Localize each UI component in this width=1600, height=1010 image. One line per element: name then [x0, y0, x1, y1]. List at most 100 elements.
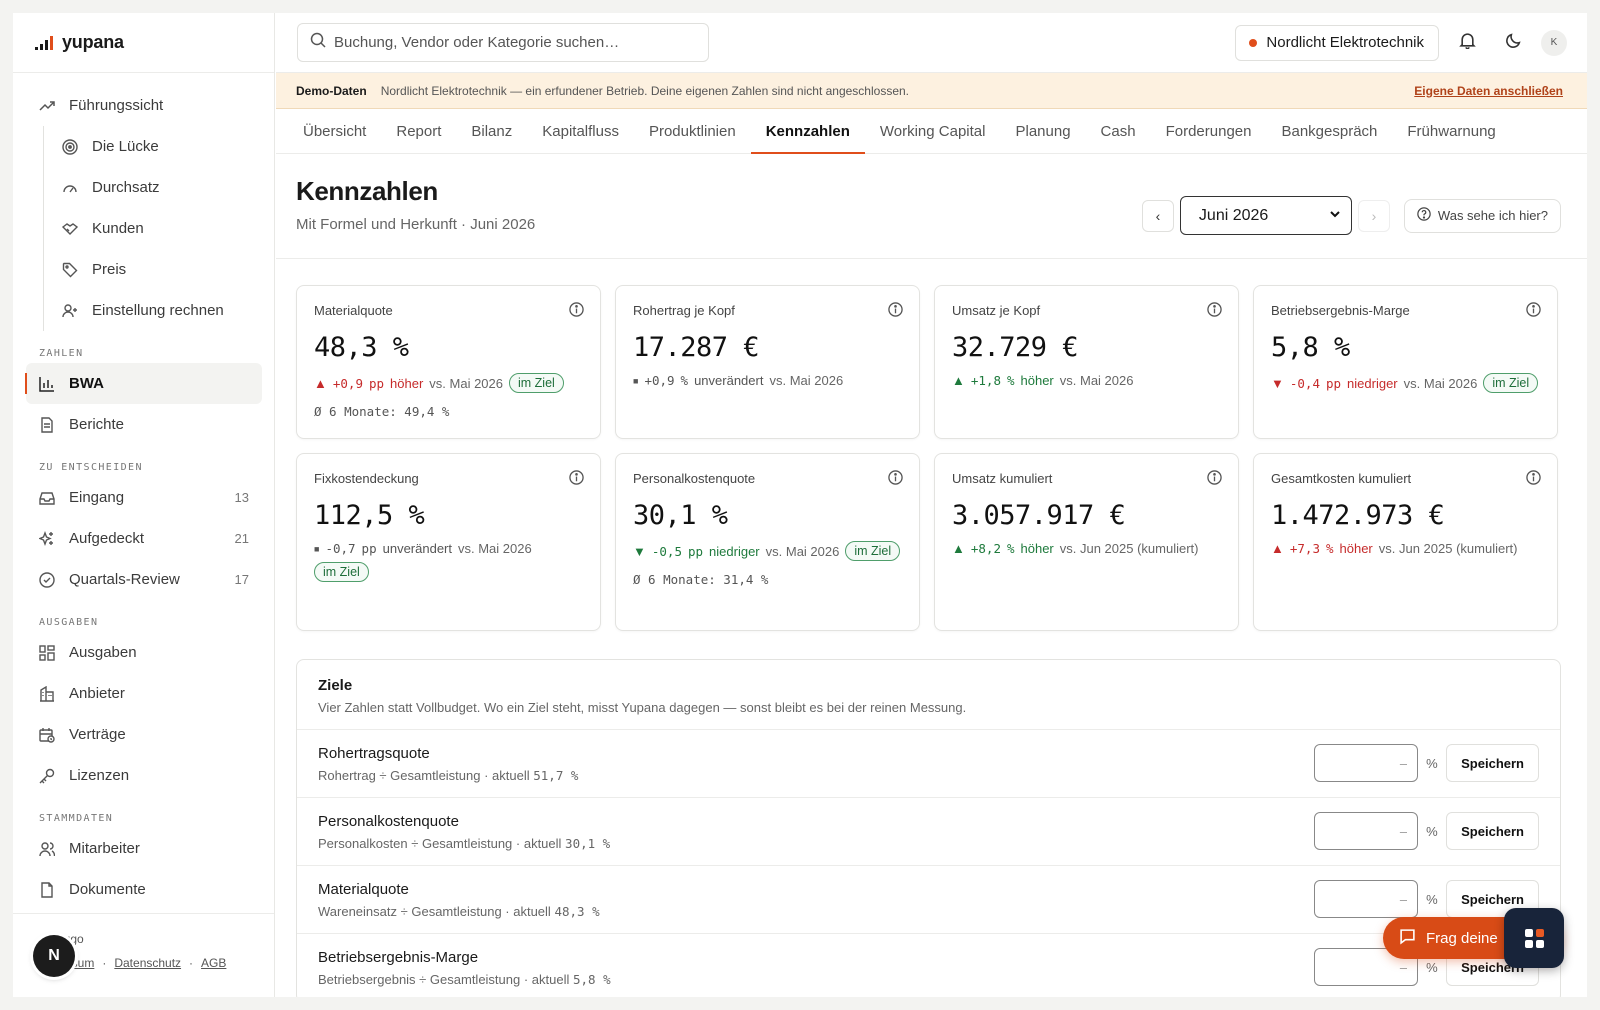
goals-subtitle: Vier Zahlen statt Vollbudget. Wo ein Zie…: [318, 700, 967, 715]
tab-produktlinien[interactable]: Produktlinien: [634, 109, 751, 153]
sidebar-item-bwa[interactable]: BWA: [25, 363, 262, 404]
tab-report[interactable]: Report: [381, 109, 456, 153]
sidebar-item-label: Aufgedeckt: [69, 530, 145, 547]
percent-unit: %: [1426, 755, 1438, 771]
key-icon: [39, 768, 55, 784]
save-goal-button[interactable]: Speichern: [1446, 744, 1539, 782]
sidebar-item-durchsatz[interactable]: Durchsatz: [44, 167, 274, 208]
datenschutz-link[interactable]: Datenschutz: [114, 956, 181, 970]
sidebar-item-die-luecke[interactable]: Die Lücke: [44, 126, 274, 167]
sidebar-item-anbieter[interactable]: Anbieter: [13, 673, 274, 714]
kpi-value: 17.287 €: [633, 332, 760, 363]
kpi-delta: ▼ -0,4 pp niedriger vs. Mai 2026 im Ziel: [1271, 373, 1540, 393]
goals-title: Ziele: [318, 677, 353, 694]
sidebar-item-einstellung-rechnen[interactable]: Einstellung rechnen: [44, 290, 274, 331]
kpi-card: Umsatz kumuliert 3.057.917 € ▲ +8,2 % hö…: [934, 453, 1239, 631]
trend-up-icon: [39, 98, 55, 114]
user-avatar[interactable]: K: [1541, 29, 1567, 56]
chevron-right-icon: ›: [1371, 207, 1377, 224]
info-icon[interactable]: [1526, 302, 1541, 322]
kpi-comparison: vs. Mai 2026: [765, 543, 840, 559]
search-box[interactable]: [297, 23, 709, 62]
theme-toggle-button[interactable]: [1495, 25, 1531, 61]
prev-month-button[interactable]: ‹: [1141, 199, 1174, 232]
notifications-button[interactable]: [1449, 25, 1485, 61]
percent-unit: %: [1426, 823, 1438, 839]
kpi-average: Ø 6 Monate: 31,4 %: [633, 572, 769, 587]
company-switcher[interactable]: Nordlicht Elektrotechnik: [1235, 24, 1439, 61]
ask-assistant-label: Frag deine: [1426, 929, 1498, 947]
kpi-grid: Materialquote 48,3 % ▲ +0,9 pp höher vs.…: [296, 285, 1561, 631]
tab-forderungen[interactable]: Forderungen: [1151, 109, 1267, 153]
kpi-average: Ø 6 Monate: 49,4 %: [314, 404, 450, 419]
content: Materialquote 48,3 % ▲ +0,9 pp höher vs.…: [276, 259, 1587, 997]
workspace-avatar[interactable]: N: [33, 935, 75, 977]
goal-target-input[interactable]: [1314, 880, 1419, 918]
next-month-button[interactable]: ›: [1357, 199, 1390, 232]
tab-bar: Übersicht Report Bilanz Kapitalfluss Pro…: [276, 109, 1587, 154]
kpi-delta-direction: unverändert: [694, 373, 764, 388]
sidebar-item-quartals-review[interactable]: Quartals-Review 17: [13, 559, 274, 600]
sidebar-item-preis[interactable]: Preis: [44, 249, 274, 290]
info-icon[interactable]: [569, 470, 584, 490]
sidebar-item-dokumente[interactable]: Dokumente: [13, 869, 274, 910]
goal-controls: % Speichern: [1314, 744, 1539, 782]
tab-kapitalfluss[interactable]: Kapitalfluss: [527, 109, 634, 153]
tab-kennzahlen[interactable]: Kennzahlen: [750, 109, 866, 154]
tab-working-capital[interactable]: Working Capital: [865, 109, 1001, 153]
kpi-card: Umsatz je Kopf 32.729 € ▲ +1,8 % höher v…: [934, 285, 1239, 439]
chat-bubble-icon: [1399, 928, 1416, 949]
kpi-card: Materialquote 48,3 % ▲ +0,9 pp höher vs.…: [296, 285, 601, 439]
brand-logo[interactable]: yupana: [13, 13, 274, 73]
info-icon[interactable]: [1207, 470, 1222, 490]
sidebar-item-lizenzen[interactable]: Lizenzen: [13, 755, 274, 796]
sidebar-item-aufgedeckt[interactable]: Aufgedeckt 21: [13, 518, 274, 559]
kpi-delta-value: -0,5: [651, 543, 682, 559]
check-circle-icon: [39, 571, 55, 588]
info-icon[interactable]: [1526, 470, 1541, 490]
tab-bankgespraech[interactable]: Bankgespräch: [1266, 109, 1392, 153]
goal-target-input[interactable]: [1314, 812, 1419, 850]
sidebar-item-ausgaben[interactable]: Ausgaben: [13, 632, 274, 673]
kpi-label: Betriebsergebnis-Marge: [1271, 303, 1410, 318]
moon-icon: [1505, 32, 1522, 54]
sidebar-item-kunden[interactable]: Kunden: [44, 208, 274, 249]
apps-launcher-button[interactable]: [1504, 908, 1564, 968]
info-icon[interactable]: [569, 302, 584, 322]
tab-bilanz[interactable]: Bilanz: [456, 109, 527, 153]
sidebar-item-eingang[interactable]: Eingang 13: [13, 477, 274, 518]
agb-link[interactable]: AGB: [201, 956, 226, 970]
sidebar-item-mitarbeiter[interactable]: Mitarbeiter: [13, 828, 274, 869]
info-icon[interactable]: [888, 302, 903, 322]
users-icon: [39, 841, 55, 857]
bell-icon: [1458, 32, 1476, 54]
kpi-delta-direction: höher: [1020, 373, 1054, 388]
logo-bars-icon: [35, 35, 53, 50]
tab-fruehwarnung[interactable]: Frühwarnung: [1392, 109, 1510, 153]
tab-cash[interactable]: Cash: [1086, 109, 1151, 153]
goal-target-input[interactable]: [1314, 744, 1419, 782]
sidebar-item-vertraege[interactable]: Verträge: [13, 714, 274, 755]
info-icon[interactable]: [1207, 302, 1222, 322]
help-label: Was sehe ich hier?: [1437, 208, 1548, 223]
month-select[interactable]: Juni 2026: [1179, 196, 1352, 235]
tab-uebersicht[interactable]: Übersicht: [288, 109, 381, 153]
sparkles-icon: [39, 530, 55, 547]
kpi-delta-unit: pp: [1325, 375, 1342, 391]
kpi-delta-value: -0,4: [1289, 375, 1320, 391]
square-neutral-icon: ■: [314, 543, 320, 554]
sidebar-item-fuehrungssicht[interactable]: Führungssicht: [13, 85, 274, 126]
demo-text: Nordlicht Elektrotechnik — ein erfundene…: [380, 83, 909, 98]
save-goal-button[interactable]: Speichern: [1446, 812, 1539, 850]
connect-data-link[interactable]: Eigene Daten anschließen: [1414, 84, 1563, 98]
sidebar-item-label: Berichte: [69, 416, 125, 433]
tab-planung[interactable]: Planung: [1000, 109, 1085, 153]
kpi-delta: ▲ +8,2 % höher vs. Jun 2025 (kumuliert): [952, 541, 1221, 556]
sidebar-item-berichte[interactable]: Berichte: [13, 404, 274, 445]
help-button[interactable]: Was sehe ich hier?: [1403, 198, 1561, 233]
sidebar-item-label: Mitarbeiter: [69, 840, 140, 857]
search-input[interactable]: [334, 34, 694, 51]
footer-separator: ·: [102, 956, 107, 970]
info-icon[interactable]: [888, 470, 903, 490]
kpi-value: 1.472.973 €: [1271, 500, 1445, 531]
